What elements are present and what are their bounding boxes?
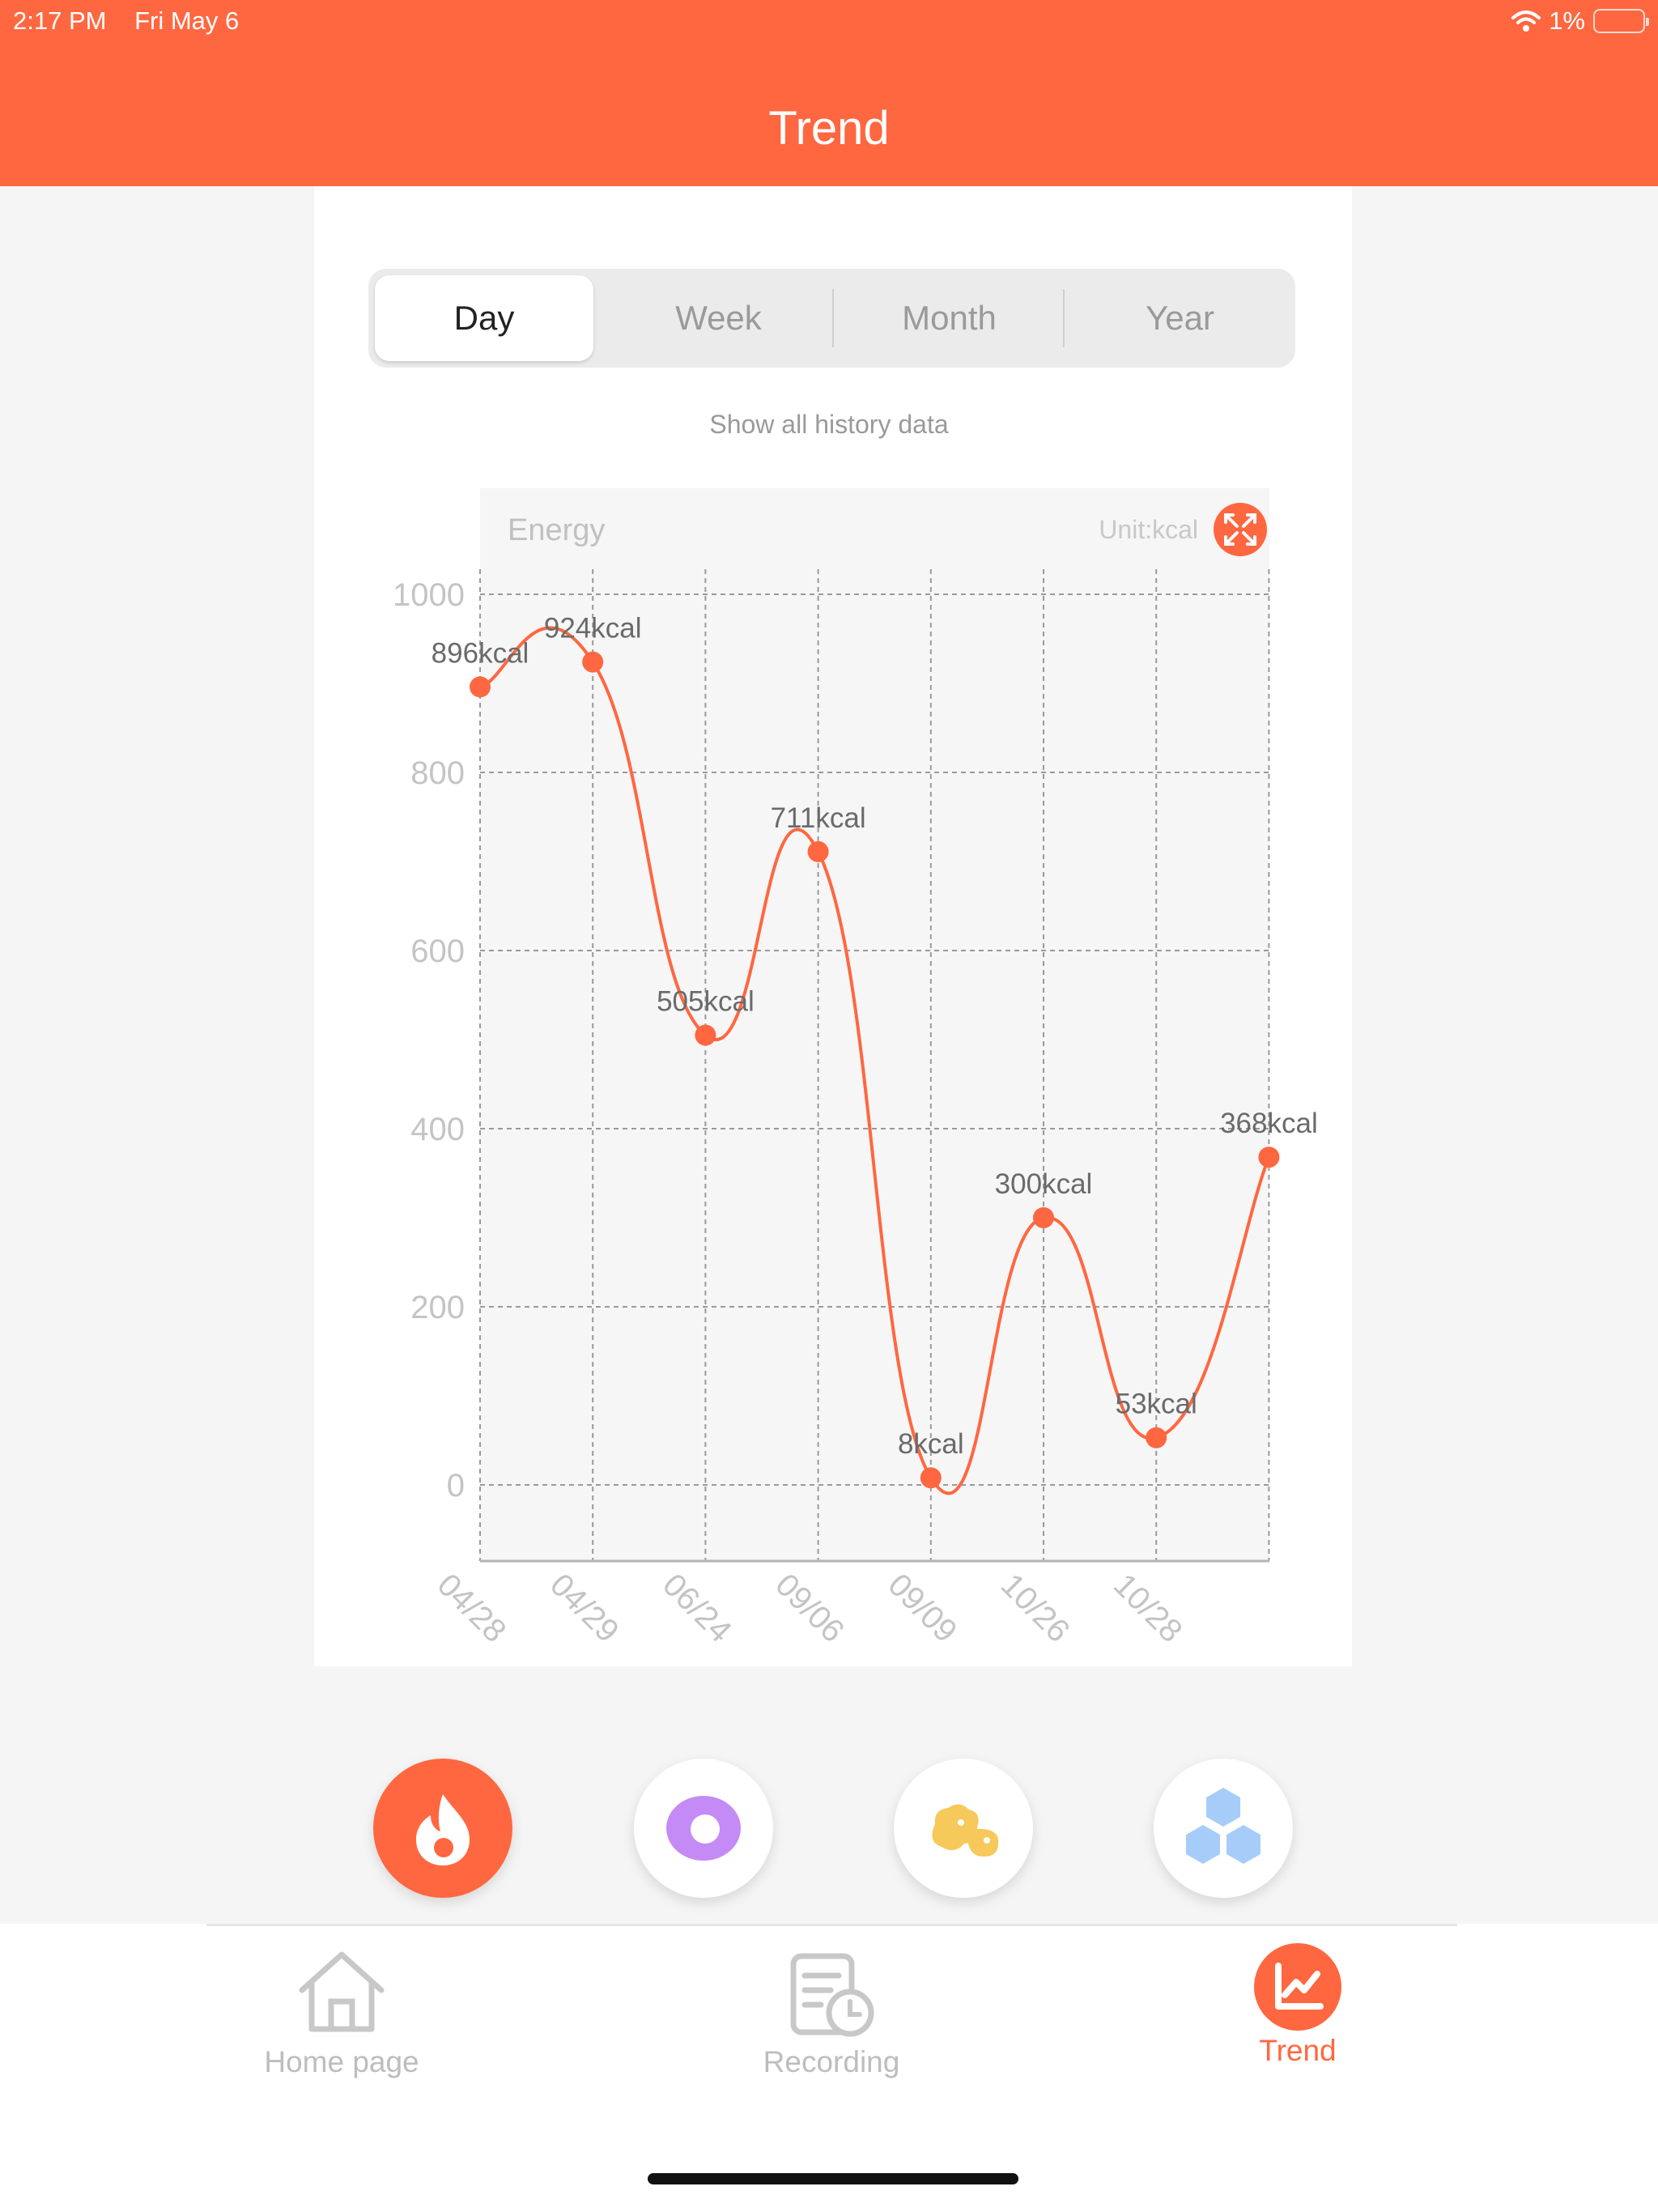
y-tick-label: 800 <box>410 755 465 791</box>
blobs-icon <box>932 1804 999 1857</box>
data-label: 8kcal <box>898 1428 964 1460</box>
x-tick-label: 06/24 <box>656 1567 738 1649</box>
tab-trend-label: Trend <box>1259 2034 1337 2067</box>
x-tick-label: 04/28 <box>431 1567 513 1649</box>
tab-recording-label: Recording <box>763 2045 900 2078</box>
chart-unit: Unit:kcal <box>1099 515 1198 544</box>
metric-energy-button[interactable] <box>373 1759 512 1898</box>
data-point <box>582 651 604 673</box>
x-tick-label: 09/06 <box>768 1567 851 1649</box>
home-icon <box>299 1951 385 2032</box>
data-label: 368kcal <box>1220 1108 1318 1139</box>
trend-icon <box>1254 1943 1341 2031</box>
data-point <box>1146 1427 1167 1448</box>
x-axis: 04/28 04/29 06/24 09/06 09/09 10/26 10/28 <box>431 1567 1189 1649</box>
data-label: 896kcal <box>432 637 529 669</box>
x-tick-label: 10/28 <box>1107 1567 1189 1649</box>
home-indicator <box>648 2173 1018 2184</box>
tab-home-label: Home page <box>264 2045 419 2078</box>
y-tick-label: 400 <box>410 1112 465 1147</box>
data-label: 505kcal <box>657 986 755 1018</box>
tab-bar-divider <box>206 1924 1457 1926</box>
y-tick-label: 1000 <box>393 577 465 613</box>
y-axis: 0 200 400 600 800 1000 <box>393 577 465 1504</box>
data-label: 300kcal <box>995 1168 1093 1200</box>
expand-button[interactable] <box>1214 503 1267 556</box>
data-point <box>695 1024 716 1046</box>
data-label: 924kcal <box>544 613 642 644</box>
y-tick-label: 200 <box>410 1290 465 1325</box>
x-tick-label: 10/26 <box>994 1567 1077 1649</box>
data-point <box>470 676 491 698</box>
data-point <box>1258 1146 1280 1168</box>
chart-title: Energy <box>508 513 605 547</box>
data-point <box>1033 1207 1054 1228</box>
x-tick-label: 09/09 <box>881 1567 963 1649</box>
hexagons-icon <box>1186 1788 1261 1864</box>
metric-blobs-button[interactable] <box>894 1759 1033 1898</box>
data-point <box>920 1467 942 1489</box>
data-label: 711kcal <box>771 802 866 834</box>
metric-ring-button[interactable] <box>634 1759 773 1898</box>
tab-bar: Home page Recording Trend <box>0 1924 1658 2212</box>
data-point <box>807 840 829 862</box>
record-icon <box>790 1953 874 2037</box>
flame-icon <box>416 1794 470 1865</box>
energy-chart: Energy Unit:kcal 0 200 400 600 800 1000 04/28… <box>393 488 1318 1649</box>
y-tick-label: 600 <box>410 934 465 969</box>
ring-icon <box>666 1796 741 1861</box>
x-tick-label: 04/29 <box>543 1567 626 1649</box>
metric-hexagons-button[interactable] <box>1154 1759 1293 1898</box>
data-label: 53kcal <box>1116 1389 1197 1420</box>
y-tick-label: 0 <box>447 1468 465 1504</box>
